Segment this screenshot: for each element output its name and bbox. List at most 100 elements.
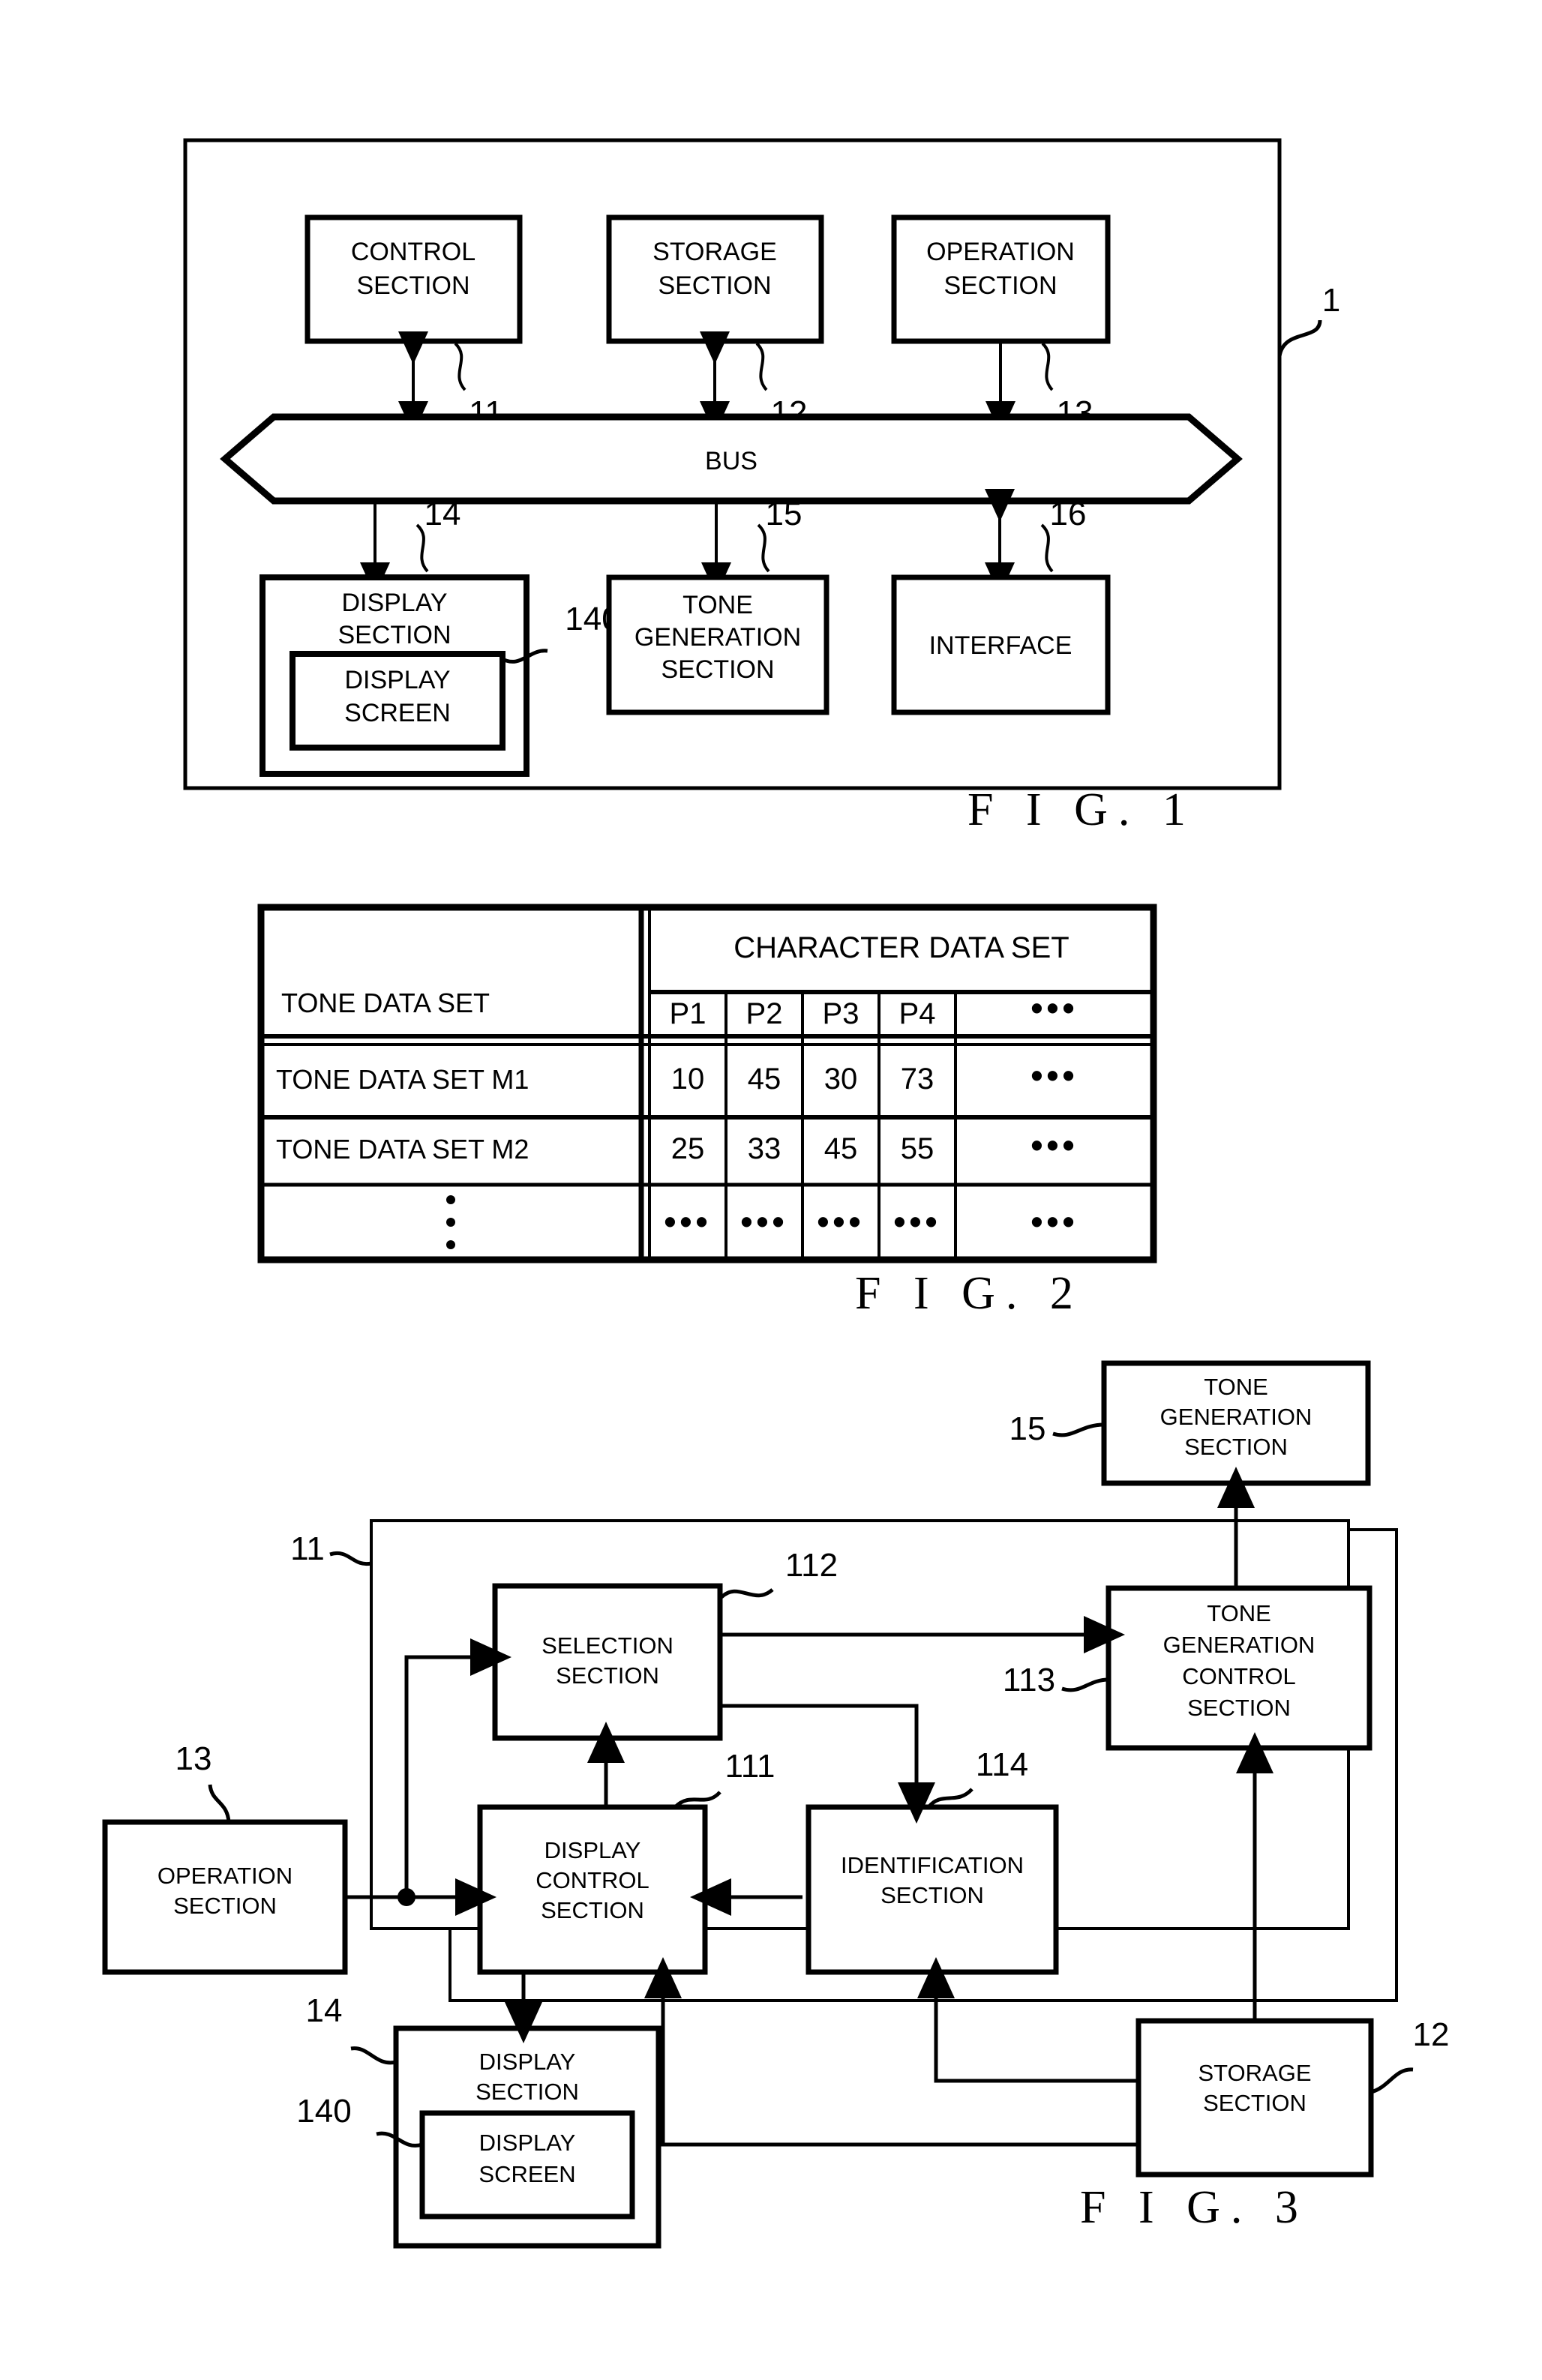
- fig2-row3-p2: •••: [740, 1202, 788, 1241]
- fig1-operation-section-label-line2: SECTION: [944, 271, 1057, 300]
- figure-2: TONE DATA SET CHARACTER DATA SET P1 P2 P…: [257, 904, 1157, 1319]
- fig2-row1-p1: 10: [671, 1063, 705, 1096]
- figure-1: 1 CONTROL SECTION 11 STORAGE SECTION 12 …: [183, 138, 1340, 835]
- fig3-tgc-label-line1: TONE: [1207, 1600, 1271, 1626]
- fig3-ref-11-leader: [329, 1551, 372, 1566]
- fig2-row2-p2: 33: [748, 1132, 782, 1165]
- fig3-tgc-label-line3: CONTROL: [1182, 1663, 1296, 1689]
- fig3-caption: F I G. 3: [1080, 2182, 1309, 2233]
- fig3-tgc-label-line2: GENERATION: [1163, 1632, 1316, 1658]
- fig1-tone-label-line2: GENERATION: [634, 623, 801, 652]
- fig3-storage-label-line1: STORAGE: [1198, 2060, 1311, 2086]
- fig2-group-header: CHARACTER DATA SET: [734, 931, 1069, 964]
- fig1-bus-label: BUS: [705, 447, 758, 475]
- fig1-tone-label-line3: SECTION: [661, 655, 774, 684]
- fig1-ref-14: 14: [424, 496, 461, 532]
- fig2-col-header-p4: P4: [899, 997, 936, 1030]
- fig3-storage-to-identification-line: [917, 1957, 1138, 2083]
- fig1-ref-12-leader: [755, 342, 768, 391]
- fig1-tone-label-line1: TONE: [682, 591, 753, 619]
- fig2-row3-p3: •••: [817, 1202, 864, 1241]
- fig3-ref-14-leader: [350, 2046, 397, 2065]
- fig3-dispctl-label-line3: SECTION: [541, 1897, 644, 1923]
- fig3-ref-111: 111: [725, 1748, 776, 1785]
- fig3-ref-11: 11: [290, 1530, 325, 1567]
- fig2-row3-vdot-1: [446, 1195, 455, 1204]
- fig1-control-section-label-line1: CONTROL: [351, 238, 476, 266]
- fig2-row3-vdot-2: [446, 1218, 455, 1227]
- figure-3: TONE GENERATION SECTION 15 11 SELECTION …: [102, 1360, 1450, 2249]
- fig2-row3-p1: •••: [664, 1202, 711, 1241]
- fig1-storage-section-label-line2: SECTION: [658, 271, 771, 300]
- fig3-selection-label-line2: SECTION: [556, 1662, 659, 1689]
- fig2-row1-p2: 45: [748, 1063, 782, 1096]
- fig3-ref-140: 140: [296, 2093, 351, 2130]
- fig2-col-header-p3: P3: [823, 997, 860, 1030]
- fig2-caption: F I G. 2: [855, 1268, 1084, 1319]
- fig3-operation-label-line1: OPERATION: [158, 1863, 292, 1889]
- fig3-ident-label-line1: IDENTIFICATION: [841, 1852, 1024, 1878]
- fig3-tgc-label-line4: SECTION: [1187, 1695, 1291, 1721]
- fig3-tone-gen-label-line1: TONE: [1204, 1374, 1268, 1400]
- fig1-ref-1: 1: [1322, 282, 1340, 319]
- fig3-selection-label-line1: SELECTION: [542, 1632, 674, 1659]
- fig1-interface-label: INTERFACE: [929, 631, 1072, 660]
- fig2-row1-name: TONE DATA SET M1: [276, 1064, 529, 1095]
- fig1-display-section-label-line2: SECTION: [338, 621, 451, 649]
- fig1-display-section-label-line1: DISPLAY: [341, 589, 447, 617]
- fig2-col-header-p2: P2: [746, 997, 783, 1030]
- fig3-display-label-line1: DISPLAY: [479, 2049, 576, 2075]
- fig2-row2-p1: 25: [671, 1132, 705, 1165]
- fig3-storage-to-dispctl-line: [644, 1957, 1138, 2147]
- fig1-ref-13-leader: [1041, 342, 1054, 391]
- fig3-operation-label-line2: SECTION: [173, 1893, 277, 1919]
- fig2-row2-p3: 45: [824, 1132, 858, 1165]
- fig2-row2-name: TONE DATA SET M2: [276, 1134, 529, 1165]
- fig2-col-header-more: •••: [1030, 988, 1078, 1027]
- fig3-ref-12-leader: [1370, 2067, 1414, 2094]
- fig2-col-header-p1: P1: [670, 997, 706, 1030]
- fig2-row2-more: •••: [1030, 1126, 1078, 1165]
- fig2-row3-more: •••: [1030, 1202, 1078, 1241]
- fig1-ref-1-leader: [1277, 319, 1322, 357]
- fig2-row3-vdot-3: [446, 1240, 455, 1249]
- fig2-row1-p3: 30: [824, 1063, 858, 1096]
- fig2-row3-p4: •••: [893, 1202, 940, 1241]
- fig3-ref-13: 13: [176, 1740, 212, 1777]
- fig3-ref-112-leader: [720, 1588, 774, 1599]
- fig1-operation-section-label-line1: OPERATION: [926, 238, 1075, 266]
- fig3-display-label-line2: SECTION: [476, 2079, 579, 2105]
- fig3-storage-label-line2: SECTION: [1203, 2090, 1306, 2116]
- fig3-operation-to-selection-line: [404, 1638, 512, 1897]
- fig3-ref-15-leader: [1052, 1422, 1105, 1437]
- fig1-ref-15: 15: [766, 496, 802, 532]
- fig2-row2-p4: 55: [901, 1132, 934, 1165]
- fig1-display-screen-label-line1: DISPLAY: [344, 666, 450, 694]
- fig1-caption: F I G. 1: [968, 784, 1196, 835]
- fig3-ref-113-leader: [1061, 1677, 1109, 1692]
- fig3-dispctl-label-line2: CONTROL: [536, 1867, 650, 1893]
- fig3-ref-113: 113: [1003, 1662, 1055, 1698]
- fig3-ref-14: 14: [306, 1992, 343, 2029]
- fig3-ref-15: 15: [1010, 1410, 1046, 1447]
- fig1-storage-section-label-line1: STORAGE: [652, 238, 777, 266]
- fig3-tone-gen-label-line2: GENERATION: [1160, 1404, 1312, 1430]
- fig3-ident-label-line2: SECTION: [880, 1882, 984, 1908]
- fig3-ref-12: 12: [1413, 2016, 1450, 2053]
- fig1-ref-11-leader: [454, 342, 466, 391]
- fig2-corner-header: TONE DATA SET: [281, 988, 490, 1018]
- fig3-display-screen-label-line1: DISPLAY: [479, 2130, 576, 2156]
- fig1-display-screen-label-line2: SCREEN: [344, 699, 451, 727]
- fig3-ref-112: 112: [785, 1547, 838, 1584]
- fig1-control-section-label-line2: SECTION: [356, 271, 470, 300]
- fig3-ref-13-leader: [208, 1784, 231, 1823]
- fig3-ref-114-leader: [927, 1788, 974, 1809]
- fig2-row1-p4: 73: [901, 1063, 934, 1096]
- fig3-dispctl-label-line1: DISPLAY: [544, 1837, 641, 1863]
- fig3-ref-114: 114: [976, 1746, 1028, 1783]
- fig3-tone-gen-label-line3: SECTION: [1184, 1434, 1288, 1460]
- fig1-ref-16: 16: [1050, 496, 1087, 532]
- fig2-row1-more: •••: [1030, 1056, 1078, 1095]
- fig3-display-screen-label-line2: SCREEN: [478, 2161, 575, 2187]
- patent-drawing-sheet: 1 CONTROL SECTION 11 STORAGE SECTION 12 …: [0, 0, 1542, 2380]
